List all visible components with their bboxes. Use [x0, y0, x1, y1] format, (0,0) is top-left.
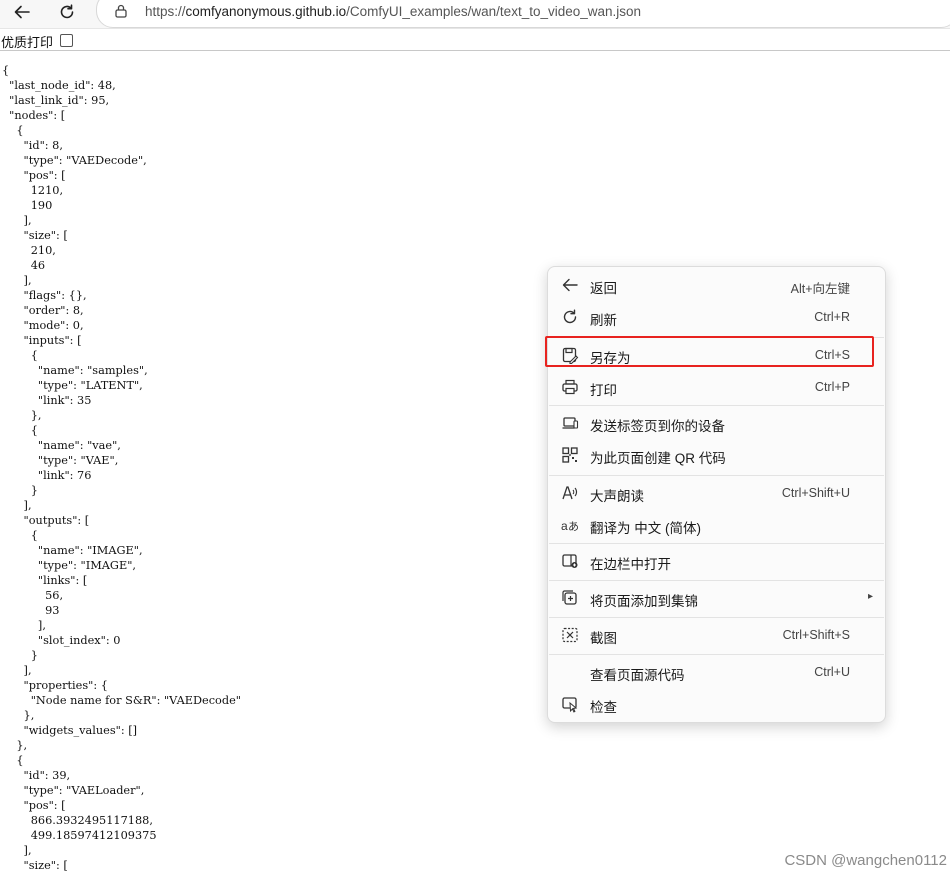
svg-text:a: a — [561, 519, 568, 533]
menu-shortcut: Ctrl+R — [814, 310, 850, 324]
url-prefix: https:// — [145, 4, 186, 19]
menu-label: 截图 — [590, 631, 617, 646]
lock-icon — [115, 4, 127, 18]
menu-label: 为此页面创建 QR 代码 — [590, 451, 726, 466]
menu-label: 将页面添加到集锦 — [590, 594, 698, 609]
menu-separator — [549, 654, 884, 655]
address-bar[interactable]: https://comfyanonymous.github.io/ComfyUI… — [96, 0, 950, 28]
sidebar-icon — [562, 554, 578, 568]
back-button[interactable] — [8, 0, 36, 24]
menu-item-send-to-device[interactable]: 发送标签页到你的设备 — [548, 408, 885, 438]
menu-item-inspect[interactable]: 检查 — [548, 689, 885, 719]
refresh-button[interactable] — [53, 0, 81, 24]
json-content: { "last_node_id": 48, "last_link_id": 95… — [2, 64, 241, 872]
menu-separator — [549, 475, 884, 476]
menu-label: 刷新 — [590, 313, 617, 328]
context-menu: 返回 Alt+向左键 刷新 Ctrl+R 另存为 Ctrl+S 打印 Ctrl+… — [547, 266, 886, 723]
menu-separator — [549, 617, 884, 618]
menu-shortcut: Ctrl+U — [814, 665, 850, 679]
refresh-icon — [563, 309, 577, 324]
refresh-icon — [60, 4, 74, 19]
menu-label: 在边栏中打开 — [590, 557, 671, 572]
menu-label: 返回 — [590, 281, 617, 296]
menu-item-view-source[interactable]: 查看页面源代码 Ctrl+U — [548, 657, 885, 687]
menu-label: 打印 — [590, 383, 617, 398]
print-icon — [562, 379, 578, 395]
menu-item-add-to-collections[interactable]: 将页面添加到集锦 ▸ — [548, 583, 885, 613]
url-path: /ComfyUI_examples/wan/text_to_video_wan.… — [346, 4, 642, 19]
menu-separator — [549, 405, 884, 406]
menu-shortcut: Ctrl+Shift+U — [781, 486, 850, 500]
menu-item-read-aloud[interactable]: 大声朗读 Ctrl+Shift+U — [548, 478, 885, 508]
back-icon — [562, 278, 578, 292]
menu-shortcut: Alt+向左键 — [790, 282, 850, 296]
print-bar: 优质打印 — [0, 30, 950, 51]
send-device-icon — [562, 417, 579, 429]
menu-shortcut: Ctrl+P — [814, 380, 850, 394]
menu-shortcut: Ctrl+Shift+S — [782, 628, 850, 642]
pretty-print-checkbox[interactable] — [60, 34, 73, 47]
browser-toolbar: https://comfyanonymous.github.io/ComfyUI… — [0, 0, 950, 29]
url-host: comfyanonymous.github.io — [185, 4, 347, 19]
menu-label: 发送标签页到你的设备 — [590, 419, 725, 434]
menu-label: 大声朗读 — [590, 489, 644, 504]
save-as-highlight-box — [545, 336, 874, 367]
translate-icon: aあ — [561, 519, 579, 533]
menu-label: 查看页面源代码 — [590, 668, 685, 683]
collections-icon — [562, 590, 577, 605]
submenu-arrow-icon: ▸ — [867, 591, 873, 602]
screenshot-icon — [562, 627, 578, 643]
menu-label: 检查 — [590, 700, 617, 715]
watermark: CSDN @wangchen0112 — [784, 852, 947, 869]
menu-item-print[interactable]: 打印 Ctrl+P — [548, 372, 885, 402]
url-text: https://comfyanonymous.github.io/ComfyUI… — [145, 4, 641, 19]
menu-item-open-sidebar[interactable]: 在边栏中打开 — [548, 546, 885, 576]
menu-item-translate[interactable]: aあ 翻译为 中文 (简体) — [548, 510, 885, 540]
qr-code-icon — [562, 447, 578, 463]
menu-item-refresh[interactable]: 刷新 Ctrl+R — [548, 302, 885, 332]
back-arrow-icon — [14, 5, 30, 19]
menu-item-qr-code[interactable]: 为此页面创建 QR 代码 — [548, 440, 885, 470]
menu-separator — [549, 580, 884, 581]
menu-label: 翻译为 中文 (简体) — [590, 521, 701, 536]
menu-item-screenshot[interactable]: 截图 Ctrl+Shift+S — [548, 620, 885, 650]
inspect-icon — [562, 697, 578, 713]
menu-item-back[interactable]: 返回 Alt+向左键 — [548, 270, 885, 300]
read-aloud-icon — [562, 486, 578, 500]
menu-separator — [549, 543, 884, 544]
pretty-print-label: 优质打印 — [1, 36, 54, 51]
svg-text:あ: あ — [568, 520, 579, 533]
